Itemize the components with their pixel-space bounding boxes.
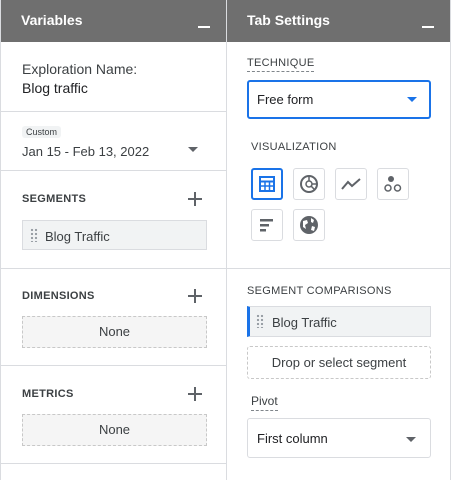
visualization-donut-button[interactable] (293, 168, 325, 200)
visualization-scatter-button[interactable] (377, 168, 409, 200)
segment-chip[interactable]: Blog Traffic (22, 220, 207, 250)
technique-label: TECHNIQUE (247, 57, 315, 72)
donut-chart-icon (300, 175, 318, 193)
bar-chart-icon (260, 219, 273, 232)
visualization-geo-button[interactable] (293, 209, 325, 241)
date-range-value: Jan 15 - Feb 13, 2022 (22, 144, 150, 159)
table-icon (259, 176, 275, 192)
metrics-empty: None (22, 414, 207, 446)
tab-settings-panel: Tab Settings TECHNIQUE Free form VISUALI… (226, 0, 451, 480)
add-metric-button[interactable] (188, 387, 202, 401)
visualization-line-button[interactable] (335, 168, 367, 200)
chevron-down-icon (406, 437, 416, 442)
scatter-plot-icon (384, 176, 402, 192)
minimize-tab-settings-button[interactable] (422, 26, 434, 28)
segments-title: SEGMENTS (22, 193, 87, 205)
tab-settings-title: Tab Settings (247, 12, 330, 28)
pivot-select[interactable]: First column (247, 418, 431, 458)
technique-value: Free form (257, 92, 314, 107)
line-chart-icon (341, 178, 361, 190)
visualization-label: VISUALIZATION (251, 141, 337, 153)
variables-title: Variables (21, 12, 83, 28)
drag-handle-icon[interactable] (30, 228, 38, 242)
divider (1, 463, 226, 464)
add-dimension-button[interactable] (188, 289, 202, 303)
divider (1, 365, 226, 366)
segment-chip-label: Blog Traffic (45, 229, 110, 244)
metrics-title: METRICS (22, 388, 74, 400)
segment-comparison-chip[interactable]: Blog Traffic (247, 306, 431, 337)
dimensions-title: DIMENSIONS (22, 290, 95, 302)
custom-badge: Custom (22, 126, 62, 138)
exploration-name-input[interactable]: Blog traffic (22, 80, 88, 96)
tab-settings-header: Tab Settings (227, 0, 450, 42)
visualization-bar-button[interactable] (251, 209, 283, 241)
date-range-picker[interactable]: Custom Jan 15 - Feb 13, 2022 (1, 112, 226, 170)
divider (1, 268, 226, 269)
pivot-value: First column (257, 431, 328, 446)
variables-panel: Variables Exploration Name: Blog traffic… (0, 0, 226, 480)
globe-icon (300, 216, 318, 234)
segment-comparisons-label: SEGMENT COMPARISONS (247, 285, 392, 297)
pivot-label: Pivot (251, 394, 278, 411)
technique-select[interactable]: Free form (247, 80, 431, 119)
chevron-down-icon (188, 147, 198, 152)
divider (1, 170, 226, 171)
drag-handle-icon[interactable] (256, 314, 264, 328)
drop-segment-target[interactable]: Drop or select segment (247, 346, 431, 379)
chevron-down-icon (407, 97, 417, 102)
segment-comparison-label: Blog Traffic (272, 315, 337, 330)
add-segment-button[interactable] (188, 192, 202, 206)
exploration-name-label: Exploration Name: (22, 61, 138, 77)
divider (227, 268, 450, 269)
minimize-variables-button[interactable] (198, 26, 210, 28)
dimensions-empty: None (22, 316, 207, 348)
visualization-table-button[interactable] (251, 168, 283, 200)
variables-header: Variables (1, 0, 226, 42)
